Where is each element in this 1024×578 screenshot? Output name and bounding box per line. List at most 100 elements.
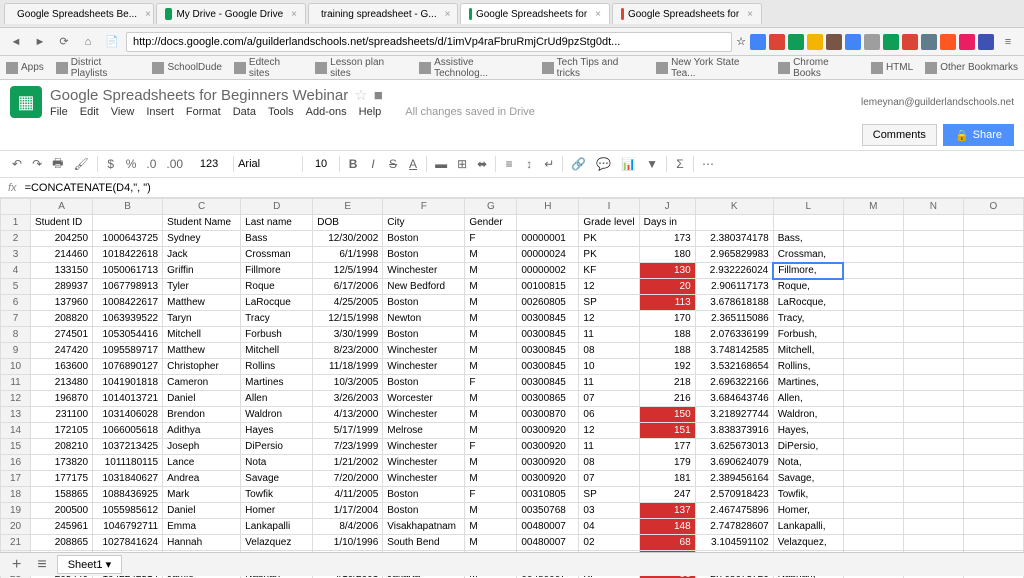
fill-color-icon[interactable]: ▬ (431, 155, 451, 173)
cell[interactable]: 1050061713 (93, 263, 163, 279)
cell[interactable]: 7/23/1999 (313, 439, 383, 455)
cell[interactable]: 6/1/1998 (313, 247, 383, 263)
row-header[interactable]: 14 (1, 423, 31, 439)
cell[interactable]: M (465, 535, 517, 551)
cell[interactable] (963, 311, 1023, 327)
cell[interactable]: 2.389456164 (695, 471, 773, 487)
row-header[interactable]: 8 (1, 327, 31, 343)
row-header[interactable]: 13 (1, 407, 31, 423)
cell[interactable]: M (465, 311, 517, 327)
comments-button[interactable]: Comments (862, 124, 937, 146)
menu-insert[interactable]: Insert (146, 106, 174, 118)
cell[interactable]: 12 (579, 423, 639, 439)
cell[interactable]: Savage (241, 471, 313, 487)
cell[interactable]: Boston (383, 375, 465, 391)
cell[interactable]: 3/26/2003 (313, 391, 383, 407)
filter-icon[interactable]: ▼ (642, 155, 662, 173)
cell[interactable]: F (465, 487, 517, 503)
cell[interactable]: 8/4/2006 (313, 519, 383, 535)
cell[interactable]: 12/15/1998 (313, 311, 383, 327)
cell[interactable]: 1053054416 (93, 327, 163, 343)
bookmark-item[interactable]: Apps (6, 57, 44, 79)
cell[interactable]: Melrose (383, 423, 465, 439)
cell[interactable]: Worcester (383, 391, 465, 407)
browser-tab[interactable]: Google Spreadsheets for× (460, 3, 610, 24)
cell[interactable]: Cameron (163, 375, 241, 391)
percent-icon[interactable]: % (122, 155, 141, 173)
cell[interactable]: Lankapalli, (773, 519, 843, 535)
cell[interactable] (903, 375, 963, 391)
cell[interactable]: 180 (639, 247, 695, 263)
cell[interactable]: 00300870 (517, 407, 579, 423)
cell[interactable]: 1011180115 (93, 455, 163, 471)
cell[interactable]: Roque (241, 279, 313, 295)
cell[interactable]: 188 (639, 327, 695, 343)
cell[interactable] (963, 295, 1023, 311)
cell[interactable]: 00300845 (517, 343, 579, 359)
cell[interactable]: 1066005618 (93, 423, 163, 439)
cell[interactable]: Boston (383, 487, 465, 503)
bookmark-item[interactable]: HTML (871, 57, 913, 79)
cell[interactable]: 8/23/2000 (313, 343, 383, 359)
cell[interactable] (843, 247, 903, 263)
cell[interactable]: 200500 (31, 503, 93, 519)
cell[interactable]: 1008422617 (93, 295, 163, 311)
cell[interactable] (903, 391, 963, 407)
col-header[interactable]: H (517, 199, 579, 215)
cell[interactable] (963, 247, 1023, 263)
cell[interactable]: Bass, (773, 231, 843, 247)
cell[interactable]: 68 (639, 535, 695, 551)
cell[interactable]: 1031406028 (93, 407, 163, 423)
col-header[interactable]: J (639, 199, 695, 215)
cell[interactable] (843, 487, 903, 503)
cell[interactable]: Fillmore, (773, 263, 843, 279)
cell[interactable] (963, 471, 1023, 487)
cell[interactable] (843, 215, 903, 231)
browser-tab[interactable]: Google Spreadsheets Be...× (4, 3, 154, 24)
row-header[interactable]: 20 (1, 519, 31, 535)
more-icon[interactable]: ⋯ (698, 155, 718, 173)
format-dropdown[interactable] (189, 158, 229, 170)
cell[interactable]: 179 (639, 455, 695, 471)
cell[interactable] (843, 375, 903, 391)
spreadsheet-grid[interactable]: ABCDEFGHIJKLMNO1Student IDStudent NameLa… (0, 198, 1024, 578)
menu-format[interactable]: Format (186, 106, 221, 118)
cell[interactable]: M (465, 295, 517, 311)
home-icon[interactable]: ⌂ (78, 32, 98, 52)
cell[interactable]: 177175 (31, 471, 93, 487)
cell[interactable] (773, 215, 843, 231)
row-header[interactable]: 2 (1, 231, 31, 247)
cell[interactable]: Savage, (773, 471, 843, 487)
all-sheets-icon[interactable]: ≡ (31, 556, 52, 574)
cell[interactable]: DOB (313, 215, 383, 231)
bookmark-item[interactable]: Chrome Books (778, 57, 859, 79)
other-bookmarks[interactable]: Other Bookmarks (925, 62, 1018, 74)
cell[interactable]: F (465, 375, 517, 391)
col-header[interactable]: O (963, 199, 1023, 215)
cell[interactable]: Taryn (163, 311, 241, 327)
font-size[interactable] (307, 158, 335, 170)
cell[interactable]: Winchester (383, 455, 465, 471)
col-header[interactable]: G (465, 199, 517, 215)
cell[interactable]: F (465, 231, 517, 247)
back-icon[interactable]: ◄ (6, 32, 26, 52)
col-header[interactable]: C (163, 199, 241, 215)
cell[interactable]: M (465, 343, 517, 359)
cell[interactable]: 1037213425 (93, 439, 163, 455)
cell[interactable]: 214460 (31, 247, 93, 263)
cell[interactable] (903, 487, 963, 503)
cell[interactable]: M (465, 471, 517, 487)
cell[interactable]: Tyler (163, 279, 241, 295)
cell[interactable]: 2.570918423 (695, 487, 773, 503)
cell[interactable]: PK (579, 247, 639, 263)
cell[interactable]: 00300845 (517, 375, 579, 391)
add-sheet-icon[interactable]: + (6, 556, 27, 574)
cell[interactable]: 1027841624 (93, 535, 163, 551)
cell[interactable]: 218 (639, 375, 695, 391)
cell[interactable]: DiPersio (241, 439, 313, 455)
cell[interactable]: 12/30/2002 (313, 231, 383, 247)
ext-icon[interactable] (807, 34, 823, 50)
cell[interactable]: 1088436925 (93, 487, 163, 503)
col-header[interactable]: M (843, 199, 903, 215)
cell[interactable]: Towfik (241, 487, 313, 503)
